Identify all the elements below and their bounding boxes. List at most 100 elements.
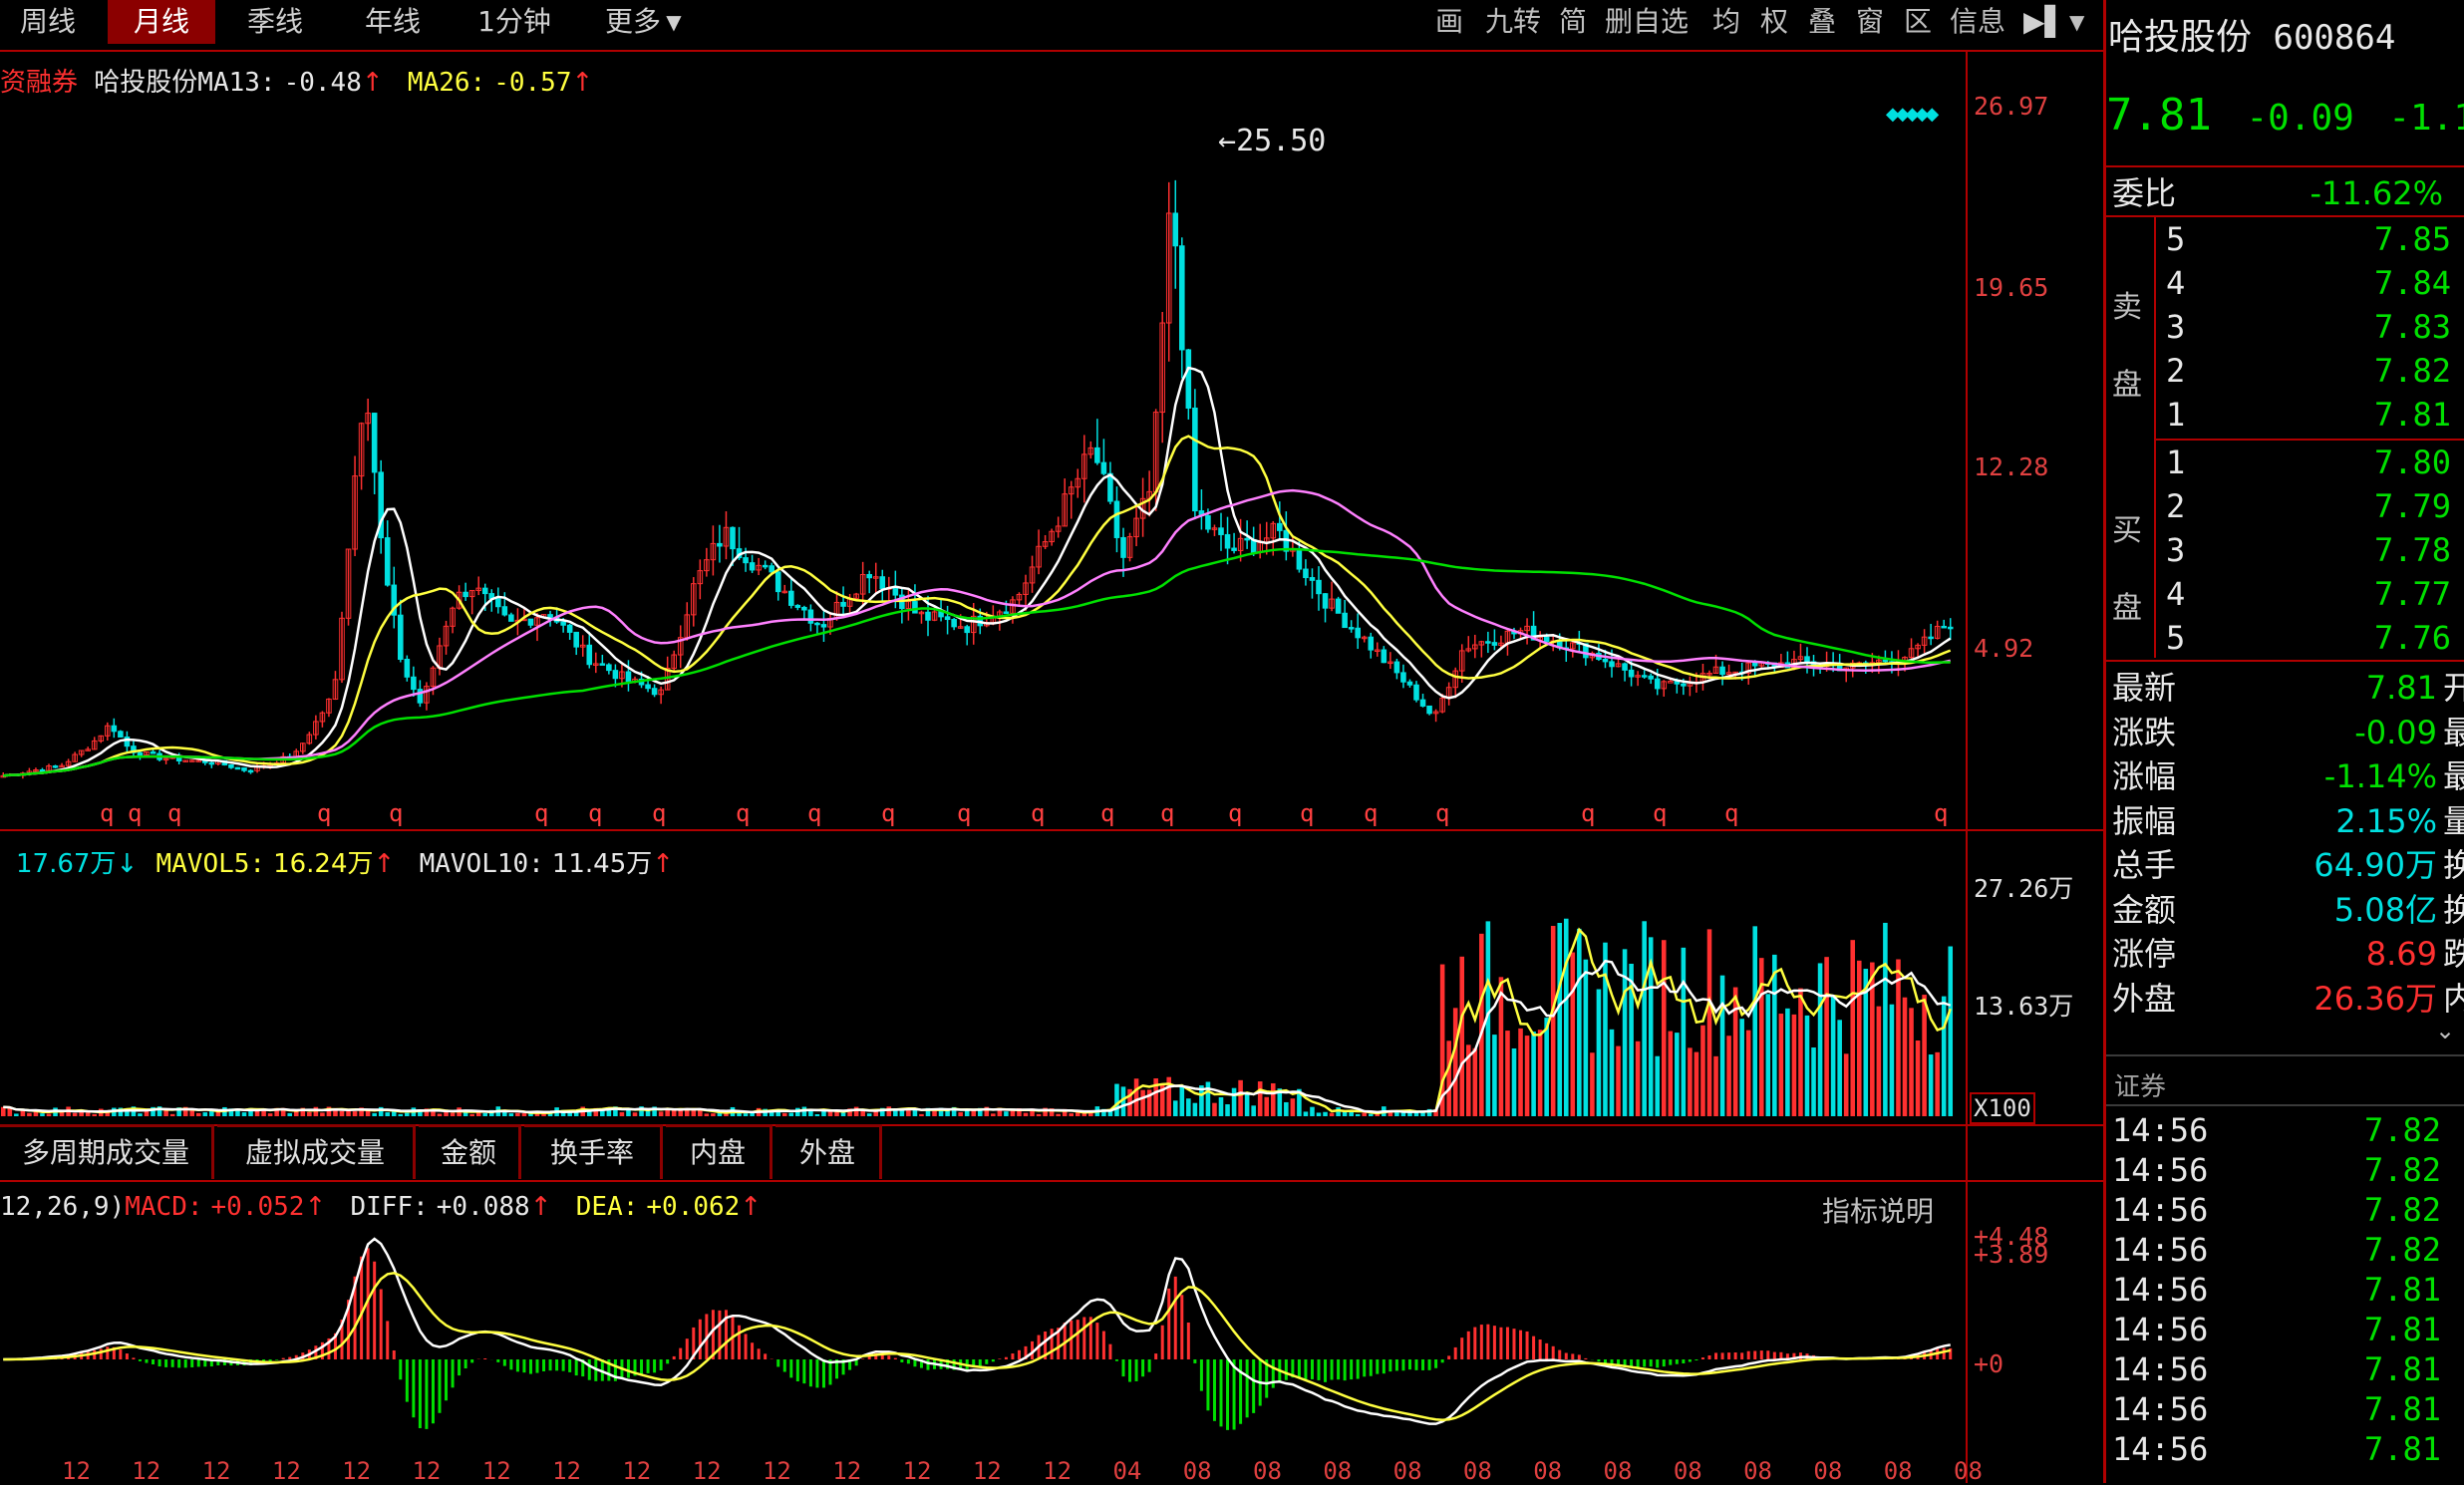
tool-simple[interactable]: 简: [1559, 0, 1587, 44]
collapse-panel-icon[interactable]: ▶▌: [2023, 0, 2066, 44]
volume-bar: [1902, 997, 1908, 1116]
volume-legend: 17.67万↓ MAVOL5: 16.24万↑ MAVOL10: 11.45万↑: [16, 843, 674, 880]
candle-body: [411, 676, 417, 691]
candle-body: [1648, 675, 1654, 680]
q-marker: q: [100, 799, 115, 827]
macd-chart[interactable]: [0, 1216, 1964, 1455]
volume-bar: [20, 1110, 26, 1116]
volume-bar: [1257, 1081, 1263, 1116]
volume-bar: [521, 1113, 527, 1116]
candle-body: [398, 614, 404, 660]
buy-row[interactable]: 3 7.78: [2154, 528, 2464, 572]
candle-body: [1804, 656, 1810, 663]
tool-nine-turn[interactable]: 九转: [1485, 0, 1541, 44]
tab-1min[interactable]: 1分钟: [459, 0, 570, 44]
candle-body: [150, 750, 156, 754]
buy-row[interactable]: 1 7.80: [2154, 441, 2464, 484]
volume-bar: [1661, 940, 1667, 1116]
volume-bar: [1778, 1014, 1784, 1116]
tab-virtual-volume[interactable]: 虚拟成交量: [217, 1124, 416, 1179]
tool-remove-watchlist[interactable]: 删自选: [1605, 0, 1689, 44]
down-arrow-icon: ↓: [116, 849, 139, 879]
volume-bar: [991, 1113, 996, 1116]
sell-row[interactable]: 3 7.83: [2154, 305, 2464, 349]
volume-bar: [1941, 996, 1947, 1116]
tool-average[interactable]: 均: [1712, 0, 1740, 44]
volume-bar: [437, 1113, 443, 1116]
tick-row: 14:56 7.81: [2106, 1310, 2464, 1349]
volume-bar: [1192, 1102, 1198, 1116]
tool-draw[interactable]: 画: [1435, 0, 1463, 44]
volume-bar: [932, 1110, 937, 1116]
q-marker: q: [1934, 799, 1949, 827]
chevron-down-icon[interactable]: ⌄: [2435, 1017, 2455, 1044]
stat-label: 金额: [2112, 890, 2177, 929]
price: 7.85: [2373, 220, 2451, 258]
candlestick-chart[interactable]: [0, 52, 1964, 827]
volume-bar: [1264, 1096, 1270, 1116]
quote-panel: 哈投股份 600864 7.81 -0.09 -1.14 委比 -11.62% …: [2103, 0, 2464, 1483]
volume-bar: [1310, 1106, 1315, 1116]
time-axis-tick: 12: [692, 1457, 722, 1485]
tick-price: 7.82: [2363, 1231, 2441, 1269]
time-axis-tick: 08: [1673, 1457, 1702, 1485]
candle-body: [228, 764, 234, 768]
sell-row[interactable]: 1 7.81: [2154, 393, 2464, 437]
volume-bar: [919, 1113, 924, 1116]
price-summary: 7.81 -0.09 -1.14: [2106, 90, 2464, 141]
volume-bar: [1550, 926, 1556, 1116]
q-marker: q: [128, 799, 143, 827]
volume-bar: [1570, 952, 1576, 1116]
tab-outer-volume[interactable]: 外盘: [775, 1124, 882, 1179]
buy-label-char: 买: [2112, 513, 2142, 548]
tool-rights[interactable]: 权: [1760, 0, 1788, 44]
buy-row[interactable]: 4 7.77: [2154, 572, 2464, 616]
candle-body: [1602, 659, 1609, 663]
volume-bar: [1596, 989, 1602, 1116]
volume-bar: [1023, 1112, 1029, 1116]
candle-body: [234, 766, 241, 770]
volume-bar: [691, 1110, 697, 1116]
volume-bar: [1114, 1083, 1119, 1116]
candle-body: [527, 618, 534, 626]
volume-bar: [1948, 946, 1954, 1116]
candle-body: [1244, 537, 1250, 541]
tab-monthly[interactable]: 月线: [108, 0, 215, 44]
tab-weekly[interactable]: 周线: [0, 0, 96, 44]
stat-tail: 跌: [2442, 935, 2464, 973]
tool-overlay[interactable]: 叠: [1808, 0, 1836, 44]
candle-body: [481, 587, 488, 595]
tab-yearly[interactable]: 年线: [345, 0, 441, 44]
tab-multi-period-volume[interactable]: 多周期成交量: [0, 1124, 214, 1179]
tool-info[interactable]: 信息: [1950, 0, 2005, 44]
volume-bar: [287, 1112, 293, 1116]
tab-amount[interactable]: 金额: [419, 1124, 521, 1179]
candle-body: [39, 768, 46, 772]
volume-bar: [724, 1113, 729, 1116]
volume-bar: [1922, 995, 1927, 1116]
sell-row[interactable]: 5 7.85: [2154, 217, 2464, 261]
volume-bar: [1616, 1045, 1621, 1116]
stat-tail: 量: [2442, 801, 2464, 840]
sell-row[interactable]: 4 7.84: [2154, 261, 2464, 305]
volume-chart[interactable]: [0, 877, 1964, 1122]
volume-unit: X100: [1970, 1092, 2035, 1124]
buy-row[interactable]: 2 7.79: [2154, 484, 2464, 528]
sell-row[interactable]: 2 7.82: [2154, 349, 2464, 393]
chevron-down-icon[interactable]: ▼: [2069, 0, 2084, 44]
time-axis-tick: 12: [832, 1457, 862, 1485]
chevron-down-icon[interactable]: ▼: [662, 0, 686, 44]
tool-window[interactable]: 窗: [1856, 0, 1884, 44]
stat-label: 涨幅: [2112, 757, 2177, 795]
candle-body: [1277, 522, 1283, 531]
stat-label: 振幅: [2112, 801, 2177, 840]
buy-row[interactable]: 5 7.76: [2154, 616, 2464, 660]
candle-body: [241, 767, 247, 771]
level: 3: [2166, 531, 2186, 569]
tool-range[interactable]: 区: [1904, 0, 1932, 44]
volume-bar: [1362, 1112, 1368, 1116]
tab-inner-volume[interactable]: 内盘: [666, 1124, 772, 1179]
volume-bar: [788, 1112, 794, 1116]
tab-turnover[interactable]: 换手率: [524, 1124, 663, 1179]
tab-quarterly[interactable]: 季线: [227, 0, 323, 44]
